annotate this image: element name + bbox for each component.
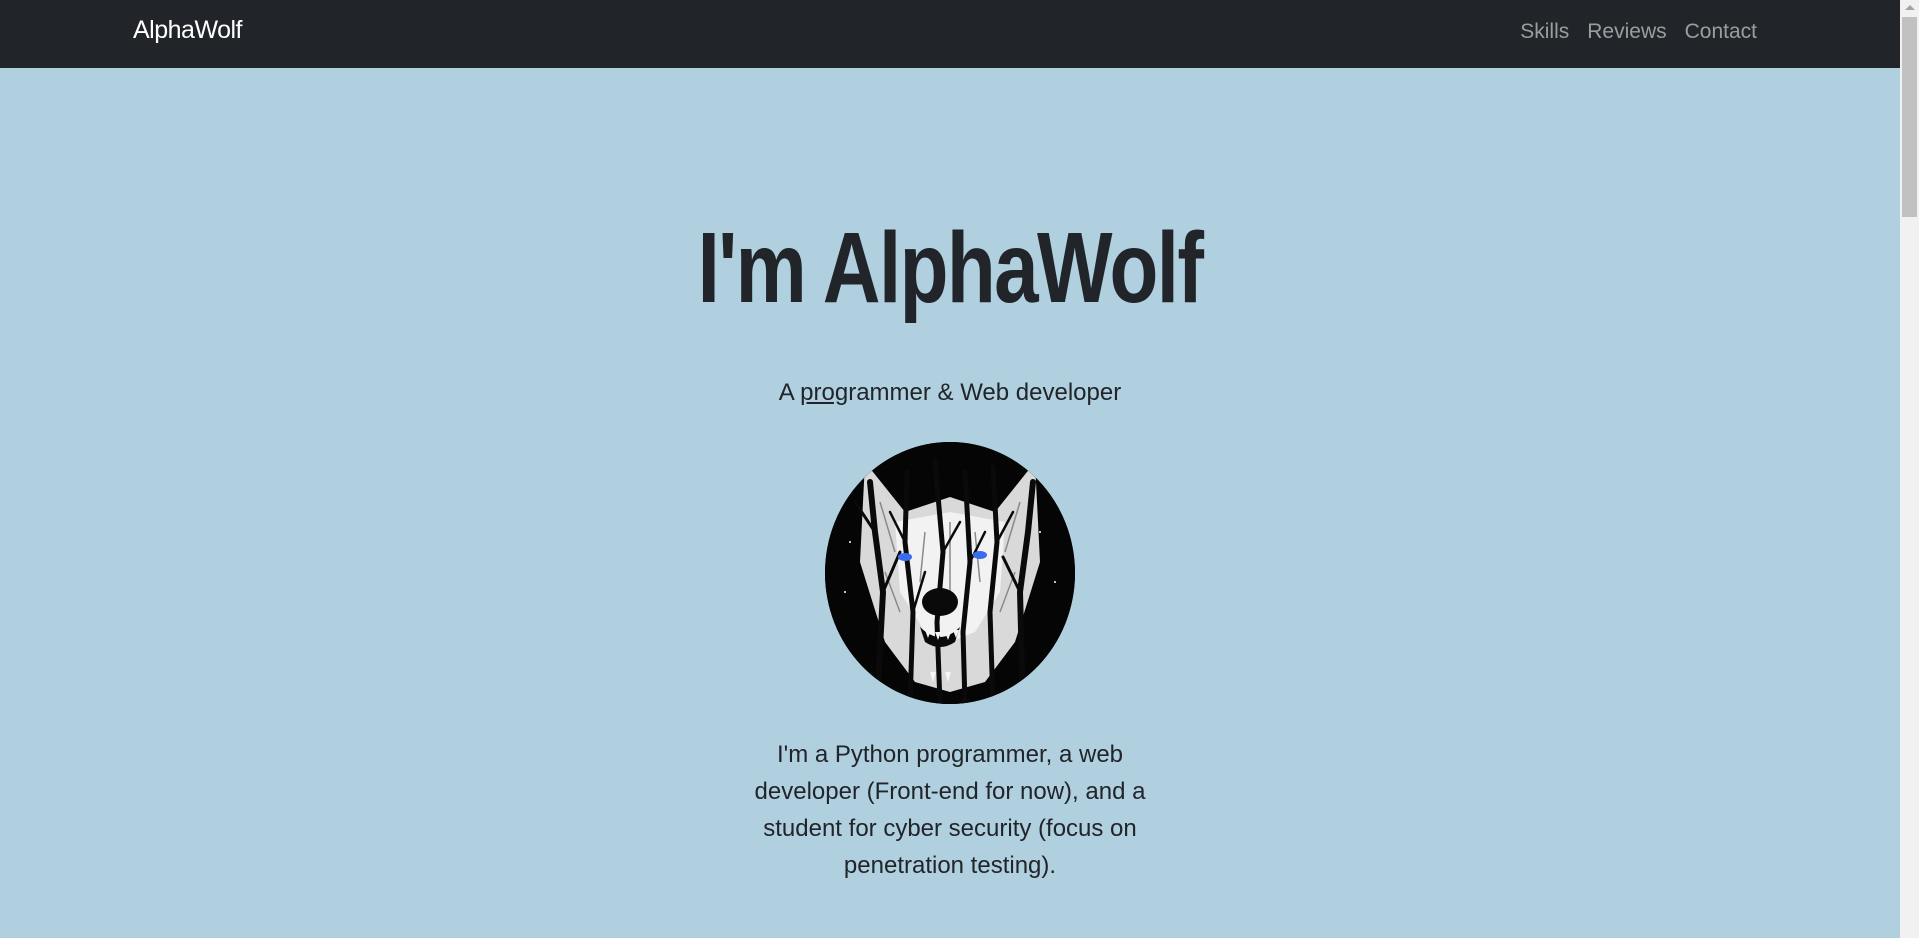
nav-link-skills[interactable]: Skills — [1520, 20, 1569, 44]
subtitle-suffix: rammer & Web developer — [848, 379, 1122, 406]
bio-text: I'm a Python programmer, a web developer… — [754, 741, 1146, 879]
nav-links: Skills Reviews Contact — [1520, 20, 1757, 44]
nav-link-contact[interactable]: Contact — [1685, 20, 1757, 44]
scroll-up-arrow-icon[interactable] — [1905, 5, 1915, 10]
top-navbar: AlphaWolf Skills Reviews Contact — [0, 0, 1900, 68]
brand-link[interactable]: AlphaWolf — [133, 16, 243, 45]
scrollbar-thumb[interactable] — [1902, 17, 1917, 217]
subtitle-underlined: prog — [800, 379, 849, 406]
hero-subtitle: A programmer & Web developer — [0, 379, 1900, 407]
wolf-illustration — [825, 442, 1075, 704]
wolf-avatar-image — [825, 442, 1075, 704]
subtitle-prefix: A — [778, 379, 801, 406]
page-title: I'm AlphaWolf — [697, 212, 1204, 324]
page-scrollbar[interactable] — [1900, 0, 1919, 938]
nav-link-reviews[interactable]: Reviews — [1587, 20, 1666, 44]
